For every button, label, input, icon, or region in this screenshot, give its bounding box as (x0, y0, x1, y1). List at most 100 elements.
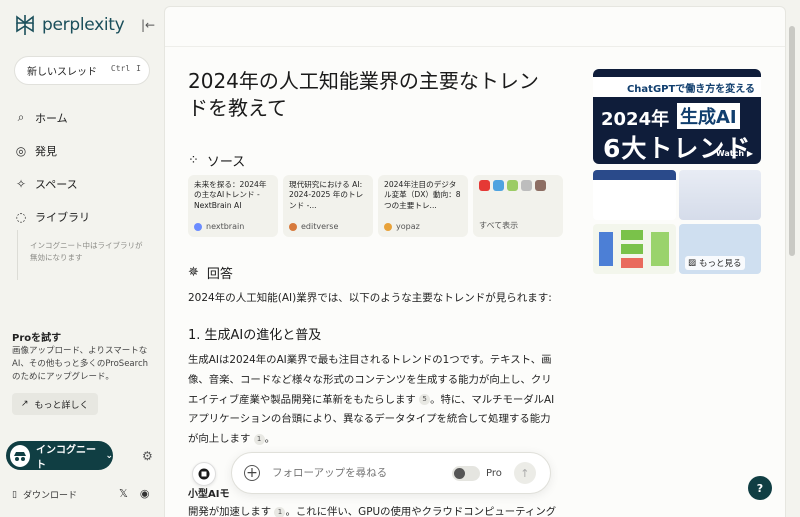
sources-list: 未来を探る：2024年の主なAIトレンド - NextBrain AI next… (188, 175, 563, 237)
collapse-sidebar-icon[interactable]: |← (141, 18, 155, 32)
incognito-label: インコグニート (35, 444, 96, 471)
answer-icon: ✵ (188, 265, 199, 280)
incognito-avatar-icon (10, 444, 30, 467)
answer-intro: 2024年の人工知能(AI)業界では、以下のような主要なトレンドが見られます: (188, 292, 552, 304)
site-favicon-icon (535, 180, 546, 191)
citation-badge[interactable]: 5 (419, 394, 431, 406)
sidebar-item-label: ライブラリ (35, 210, 90, 224)
sidebar-item-home[interactable]: ⌕ ホーム (14, 101, 90, 134)
source-title: 2024年注目のデジタル変革（DX）動向：8つの主要トレ... (384, 180, 461, 210)
image-result-thumb[interactable] (593, 224, 676, 274)
perplexity-logo-icon (16, 15, 34, 35)
source-favicons (479, 180, 549, 191)
source-card[interactable]: 未来を探る：2024年の主なAIトレンド - NextBrain AI next… (188, 175, 278, 237)
scrollbar-thumb[interactable] (789, 26, 795, 256)
pro-toggle[interactable] (452, 465, 480, 481)
pro-title: Proを試す (12, 333, 62, 344)
image-result-thumb[interactable] (679, 170, 761, 220)
followup-input[interactable] (272, 467, 442, 479)
partial-text-a: 開発が加速します (188, 506, 272, 517)
image-result-main[interactable]: ChatGPTで働き方を変える 2024年 生成AI 6大トレンド Watch … (593, 69, 761, 164)
answer-paragraph-partial: 開発が加速します 1。これに伴い、GPUの使用やクラウドコンピューティングコスト (188, 503, 558, 517)
spaces-icon: ✧ (15, 176, 27, 191)
source-card[interactable]: 2024年注目のデジタル変革（DX）動向：8つの主要トレ... yopaz (378, 175, 468, 237)
learn-more-button[interactable]: ↗ もっと詳しく (12, 393, 98, 415)
more-images-label: もっと見る (699, 259, 742, 269)
new-thread-button[interactable]: 新しいスレッド Ctrl I (14, 56, 150, 85)
pro-toggle-label: Pro (486, 467, 502, 479)
source-site-name: yopaz (396, 222, 420, 231)
site-favicon-icon (384, 222, 392, 231)
followup-bar: + Pro ↑ (231, 452, 551, 494)
answer-heading: ✵ 回答 (188, 263, 233, 282)
x-icon[interactable]: 𝕏 (119, 487, 128, 500)
source-title: 未来を探る：2024年の主なAIトレンド - NextBrain AI (194, 180, 267, 210)
sidebar-item-label: ホーム (35, 111, 68, 125)
download-label: ダウンロード (22, 491, 77, 501)
plus-icon[interactable]: + (244, 465, 260, 481)
help-button[interactable]: ? (748, 476, 772, 500)
sidebar-nav: ⌕ ホーム ◎ 発見 ✧ スペース ◌ ライブラリ (14, 101, 90, 233)
shortcut-key-i: I (136, 64, 141, 73)
image-gen-text: 生成AI (677, 103, 740, 129)
sidebar-item-discover[interactable]: ◎ 発見 (14, 134, 90, 167)
image-result-thumb[interactable] (593, 170, 676, 220)
source-site: editverse (289, 222, 338, 231)
image-year-text: 2024年 (601, 109, 670, 130)
logo[interactable]: perplexity (14, 14, 125, 36)
answer-paragraph: 生成AIは2024年のAI業界で最も注目されるトレンドの1つです。テキスト、画像… (188, 351, 558, 450)
sidebar-item-label: スペース (35, 177, 78, 191)
site-favicon-icon (493, 180, 504, 191)
more-images-button[interactable]: ▨ もっと見る (685, 256, 745, 270)
show-all-sources-button[interactable]: すべて表示 (473, 175, 563, 237)
globe-icon: ◎ (15, 143, 27, 158)
answer-subheading-partial: 小型AIモ (188, 489, 230, 500)
chevron-down-icon: ⌄ (105, 450, 113, 461)
sidebar: perplexity |← 新しいスレッド Ctrl I ⌕ ホーム ◎ 発見 … (0, 0, 164, 517)
answer-heading-label: 回答 (206, 267, 233, 282)
paragraph-text-c: 。 (264, 433, 276, 446)
site-favicon-icon (507, 180, 518, 191)
source-site-name: nextbrain (206, 222, 245, 231)
citation-badge[interactable]: 1 (274, 506, 286, 517)
scrollbar[interactable] (788, 6, 796, 517)
source-card[interactable]: 現代研究における AI: 2024-2025 年のトレンド -... editv… (283, 175, 373, 237)
image-banner-text: ChatGPTで働き方を変える (593, 77, 761, 97)
gear-icon[interactable]: ⚙ (142, 449, 153, 463)
image-watch-text: Watch ▶ (715, 149, 753, 158)
main-topbar (165, 7, 785, 47)
flowchart-thumb-icon (599, 230, 669, 268)
download-link[interactable]: ▯ ダウンロード (12, 488, 77, 502)
arrow-up-right-icon: ↗ (21, 399, 29, 409)
library-icon: ◌ (15, 209, 27, 224)
shortcut-keys: Ctrl I (111, 64, 141, 73)
device-icon: ▯ (12, 489, 17, 500)
sidebar-item-library[interactable]: ◌ ライブラリ (14, 200, 90, 233)
incognito-account-button[interactable]: インコグニート ⌄ (6, 441, 113, 471)
youtube-icon (479, 180, 490, 191)
sidebar-item-spaces[interactable]: ✧ スペース (14, 167, 90, 200)
page-title: 2024年の人工知能業界の主要なトレンドを教えて (188, 69, 539, 120)
library-disabled-note: インコグニート中はライブラリが無効になります (17, 230, 147, 280)
stop-icon (198, 468, 210, 480)
discord-icon[interactable]: ◉ (140, 487, 150, 500)
source-title: 現代研究における AI: 2024-2025 年のトレンド -... (289, 180, 364, 210)
source-site-name: editverse (301, 222, 339, 231)
source-site: yopaz (384, 222, 420, 231)
citation-badge[interactable]: 1 (253, 433, 265, 445)
site-favicon-icon (289, 222, 297, 231)
main-panel: 2024年の人工知能業界の主要なトレンドを教えて ⁘ ソース 未来を探る：202… (164, 6, 786, 517)
send-button[interactable]: ↑ (513, 462, 536, 484)
sources-heading-label: ソース (206, 155, 246, 170)
image-icon: ▨ (688, 258, 697, 268)
learn-more-label: もっと詳しく (34, 400, 89, 411)
social-links: 𝕏 ◉ (119, 487, 149, 500)
arrow-up-icon: ↑ (520, 466, 530, 480)
logo-text: perplexity (42, 15, 125, 35)
image-result-thumb[interactable]: ▨ もっと見る (679, 224, 761, 274)
stop-button[interactable] (192, 462, 216, 486)
pro-description: 画像アップロード、よりスマートなAI、その他もっと多くのProSearchのため… (12, 346, 149, 383)
shortcut-key-ctrl: Ctrl (110, 64, 131, 73)
search-icon: ⌕ (17, 110, 25, 124)
site-favicon-icon (521, 180, 532, 191)
